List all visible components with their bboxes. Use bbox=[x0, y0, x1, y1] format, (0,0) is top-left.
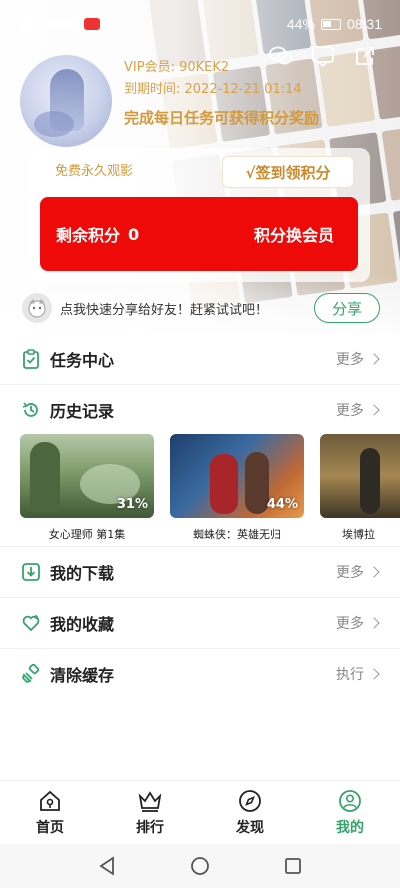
chevron-right-icon bbox=[368, 404, 380, 416]
history-progress: 31% bbox=[116, 497, 148, 512]
recents-icon[interactable] bbox=[278, 851, 308, 881]
row-downloads[interactable]: 我的下载 更多 bbox=[0, 547, 400, 597]
profile-icon bbox=[337, 788, 363, 814]
row-favorites[interactable]: 我的收藏 更多 bbox=[0, 598, 400, 648]
tab-ranking-label: 排行 bbox=[136, 820, 164, 836]
status-bar: 44% 08:31 bbox=[0, 0, 400, 48]
tab-mine-label: 我的 bbox=[336, 820, 364, 836]
row-history[interactable]: 历史记录 更多 bbox=[0, 385, 400, 435]
tab-mine[interactable]: 我的 bbox=[300, 781, 400, 844]
history-icon bbox=[20, 399, 42, 421]
favorites-title: 我的收藏 bbox=[50, 615, 115, 634]
free-watch-label: 免费永久观影 bbox=[55, 164, 134, 179]
bottom-tab-bar: 首页 排行 发现 我的 bbox=[0, 780, 400, 844]
home-circle-icon[interactable] bbox=[185, 851, 215, 881]
battery-percent: 44% bbox=[286, 16, 315, 32]
notification-icons bbox=[18, 18, 78, 30]
system-nav-bar bbox=[0, 844, 400, 888]
history-title-text: 埃博拉 bbox=[342, 528, 375, 541]
history-thumbnail: 44% bbox=[170, 434, 304, 518]
task-hint[interactable]: 完成每日任务可获得积分奖励 bbox=[124, 105, 319, 131]
share-button[interactable]: 分享 bbox=[314, 293, 380, 323]
history-item[interactable]: 埃博拉 bbox=[320, 434, 400, 542]
tab-home[interactable]: 首页 bbox=[0, 781, 100, 844]
avatar[interactable] bbox=[20, 55, 112, 147]
history-progress: 44% bbox=[266, 497, 298, 512]
history-title: 历史记录 bbox=[50, 402, 115, 421]
broom-icon bbox=[20, 663, 42, 685]
history-thumbnail: 31% bbox=[20, 434, 154, 518]
remaining-points-label: 剩余积分 bbox=[56, 226, 121, 245]
tab-discover[interactable]: 发现 bbox=[200, 781, 300, 844]
vip-member-id: VIP会员: 90KEK2 bbox=[124, 60, 230, 75]
chevron-right-icon bbox=[368, 566, 380, 578]
history-list: 31% 女心理师 第1集 44% 蜘蛛侠：英雄无归 埃博拉 bbox=[20, 434, 400, 544]
row-clear-cache[interactable]: 清除缓存 执行 bbox=[0, 649, 400, 699]
history-thumbnail bbox=[320, 434, 400, 518]
download-icon bbox=[20, 561, 42, 583]
row-task-center[interactable]: 任务中心 更多 bbox=[0, 334, 400, 384]
vip-expiry: 到期时间: 2022-12-21 01:14 bbox=[124, 82, 302, 97]
share-out-icon[interactable] bbox=[352, 44, 378, 68]
chevron-right-icon bbox=[368, 353, 380, 365]
history-more[interactable]: 更多 bbox=[336, 400, 380, 420]
exchange-vip-button[interactable]: 积分换会员 bbox=[254, 222, 334, 246]
task-center-more[interactable]: 更多 bbox=[336, 349, 380, 369]
downloads-more[interactable]: 更多 bbox=[336, 562, 380, 582]
tab-discover-label: 发现 bbox=[236, 820, 264, 836]
history-item[interactable]: 44% 蜘蛛侠：英雄无归 bbox=[170, 434, 304, 542]
clear-cache-execute[interactable]: 执行 bbox=[336, 664, 380, 684]
share-row: 点我快速分享给好友！赶紧试试吧！ 分享 bbox=[22, 290, 380, 326]
favorites-more[interactable]: 更多 bbox=[336, 613, 380, 633]
crown-icon bbox=[137, 788, 163, 814]
clipboard-icon bbox=[20, 348, 42, 370]
clock: 08:31 bbox=[346, 16, 382, 32]
tab-home-label: 首页 bbox=[36, 820, 64, 836]
home-icon bbox=[37, 788, 63, 814]
remaining-points-value: 0 bbox=[128, 224, 140, 244]
vip-info: VIP会员: 90KEK2 到期时间: 2022-12-21 01:14 完成每… bbox=[124, 57, 319, 131]
app-notification-icon bbox=[84, 18, 100, 30]
history-item[interactable]: 31% 女心理师 第1集 bbox=[20, 434, 154, 542]
history-title-text: 女心理师 第1集 bbox=[48, 528, 126, 541]
history-title-text: 蜘蛛侠：英雄无归 bbox=[193, 528, 281, 541]
back-icon[interactable] bbox=[92, 851, 122, 881]
points-panel[interactable]: 剩余积分 0 积分换会员 bbox=[40, 197, 358, 271]
signin-button[interactable]: √签到领积分 bbox=[222, 156, 354, 188]
chevron-right-icon bbox=[368, 668, 380, 680]
downloads-title: 我的下载 bbox=[50, 564, 115, 583]
task-center-title: 任务中心 bbox=[50, 351, 115, 370]
battery-icon bbox=[320, 18, 341, 30]
tab-ranking[interactable]: 排行 bbox=[100, 781, 200, 844]
mascot-icon bbox=[22, 293, 52, 323]
share-hint: 点我快速分享给好友！赶紧试试吧！ bbox=[60, 302, 269, 318]
clear-cache-title: 清除缓存 bbox=[50, 666, 115, 685]
heart-icon bbox=[20, 612, 42, 634]
compass-icon bbox=[237, 788, 263, 814]
chevron-right-icon bbox=[368, 617, 380, 629]
